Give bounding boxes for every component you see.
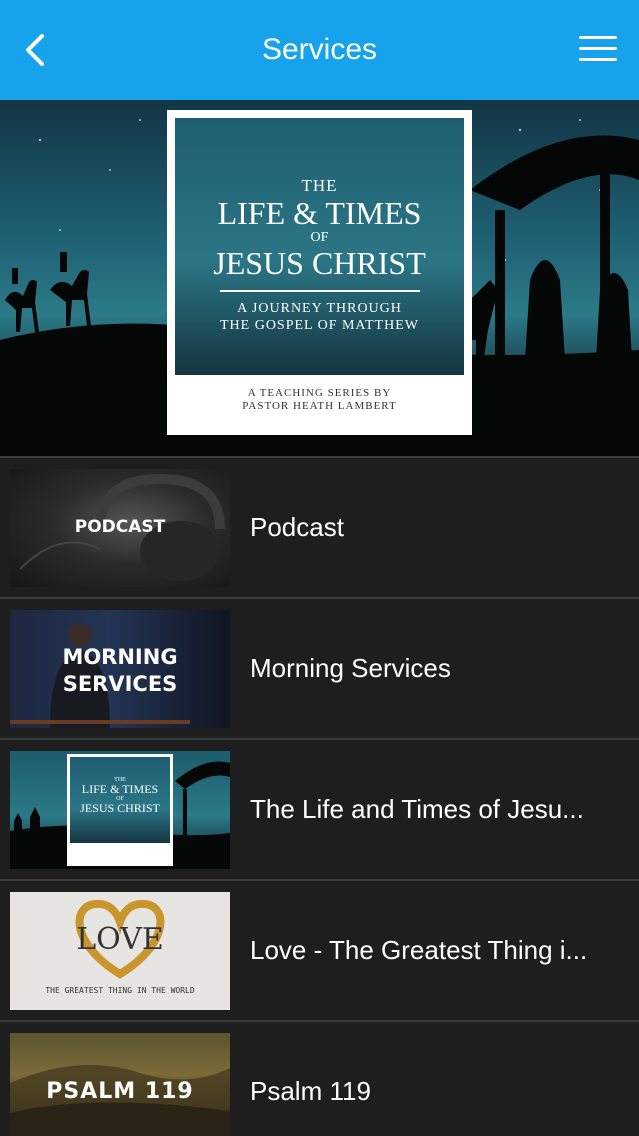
love-thumbnail: LOVE THE GREATEST THING IN THE WORLD [10, 891, 230, 1010]
list-item-psalm-119[interactable]: PSALM 119 Psalm 119 [0, 1020, 639, 1136]
psalm-119-thumbnail: PSALM 119 [10, 1032, 230, 1136]
app-header: Services [0, 0, 639, 100]
thumbnail-title: THE [114, 776, 126, 783]
thumbnail-title: PODCAST [74, 516, 166, 537]
thumbnail-subtitle: THE GREATEST THING IN THE WORLD [45, 985, 195, 995]
menu-button[interactable] [579, 36, 617, 66]
list-item-label: Love - The Greatest Thing i... [250, 935, 588, 965]
hero-banner[interactable]: THE LIFE & TIMES OF JESUS CHRIST A JOURN… [0, 100, 639, 456]
list-item-label: Morning Services [250, 653, 451, 683]
list-item-label: The Life and Times of Jesu... [250, 794, 584, 824]
poster-line: THE [301, 176, 338, 195]
thumbnail-title: JESUS CHRIST [80, 800, 160, 815]
page-title: Services [261, 33, 378, 66]
life-and-times-thumbnail: THE LIFE & TIMES OF JESUS CHRIST [10, 750, 230, 869]
poster-line: OF [310, 230, 329, 245]
podcast-thumbnail: PODCAST [10, 468, 230, 587]
series-poster: THE LIFE & TIMES OF JESUS CHRIST A JOURN… [167, 110, 472, 435]
chevron-left-icon [26, 34, 44, 66]
thumbnail-title: LIFE & TIMES [81, 781, 159, 796]
thumbnail-title: LOVE [76, 921, 164, 957]
services-list: PODCAST Podcast MORNING SERVICES Morning… [0, 456, 639, 1136]
hamburger-menu-icon [579, 36, 617, 39]
thumbnail-title: PSALM 119 [46, 1078, 194, 1104]
back-button[interactable] [18, 28, 54, 72]
list-item-label: Psalm 119 [250, 1076, 371, 1106]
poster-subtitle: A JOURNEY THROUGH [237, 301, 402, 316]
morning-services-thumbnail: MORNING SERVICES [10, 609, 230, 728]
list-item-life-and-times[interactable]: THE LIFE & TIMES OF JESUS CHRIST The Lif… [0, 738, 639, 879]
thumbnail-title: SERVICES [62, 671, 178, 696]
poster-footer: PASTOR HEATH LAMBERT [242, 400, 397, 412]
poster-mini: THE LIFE & TIMES OF JESUS CHRIST [67, 753, 173, 866]
list-item-love[interactable]: LOVE THE GREATEST THING IN THE WORLD Lov… [0, 879, 639, 1020]
poster-footer: A TEACHING SERIES BY [247, 387, 392, 399]
poster-line: JESUS CHRIST [213, 245, 426, 281]
list-item-label: Podcast [250, 512, 344, 542]
poster-line: LIFE & TIMES [217, 195, 422, 231]
thumbnail-title: MORNING [62, 644, 178, 669]
list-item-podcast[interactable]: PODCAST Podcast [0, 456, 639, 597]
poster-subtitle: THE GOSPEL OF MATTHEW [220, 318, 419, 333]
poster-divider [219, 290, 420, 292]
list-item-morning-services[interactable]: MORNING SERVICES Morning Services [0, 597, 639, 738]
